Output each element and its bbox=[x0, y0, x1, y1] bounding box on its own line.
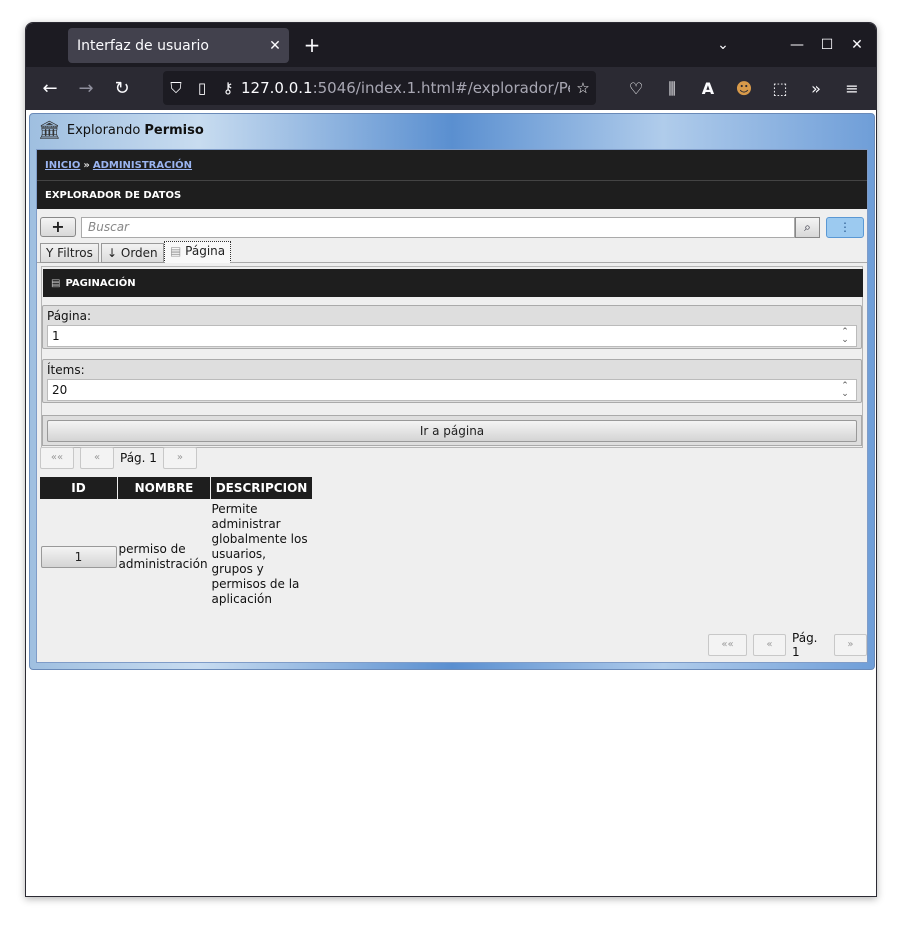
page-number-input[interactable]: 1 ⌃ ⌄ bbox=[47, 325, 857, 347]
close-icon[interactable]: ✕ bbox=[261, 38, 289, 54]
search-row: + Buscar ⌕ ⋮ bbox=[37, 209, 867, 239]
tab-bar: Interfaz de usuario ✕ + ⌄ — ☐ ✕ bbox=[26, 23, 876, 67]
first-page-button[interactable]: «« bbox=[40, 447, 74, 469]
explorer-tabs: Y Filtros ↓ Orden ▤ Página bbox=[37, 239, 867, 263]
table-row: 1 permiso de administración Permite admi… bbox=[40, 500, 313, 614]
descripcion-cell: Permite administrar globalmente los usua… bbox=[211, 502, 308, 606]
next-page-button[interactable]: » bbox=[833, 634, 867, 656]
extensions-icon[interactable]: ⬚ bbox=[766, 75, 794, 103]
minimize-icon[interactable]: — bbox=[783, 31, 811, 59]
page-field-group: Página: 1 ⌃ ⌄ bbox=[42, 305, 862, 349]
browser-tab[interactable]: Interfaz de usuario ✕ bbox=[68, 28, 289, 63]
id-cell: 1 bbox=[40, 500, 118, 614]
more-options-button[interactable]: ⋮ bbox=[826, 217, 864, 238]
items-label: Ítems: bbox=[47, 363, 85, 377]
shield-icon[interactable]: ⛉ bbox=[163, 79, 189, 97]
column-header-id[interactable]: ID bbox=[39, 476, 118, 500]
tab-pagina[interactable]: ▤ Página bbox=[164, 241, 232, 263]
chevron-down-icon[interactable]: ⌄ bbox=[709, 31, 737, 59]
new-tab-button[interactable]: + bbox=[298, 31, 326, 59]
search-icon[interactable]: ⌕ bbox=[795, 217, 820, 238]
reader-font-icon[interactable]: A bbox=[694, 75, 722, 103]
page-content: 🏛 Explorando Permiso INICIO » ADMINISTRA… bbox=[26, 110, 876, 896]
prev-page-button[interactable]: « bbox=[80, 447, 114, 469]
prev-page-button[interactable]: « bbox=[752, 634, 787, 656]
header-entity: Permiso bbox=[144, 123, 204, 138]
pagination-panel: ▤ PAGINACIÓN Página: 1 ⌃ ⌄ Ítems: 20 ⌃ ⌄… bbox=[41, 266, 863, 448]
reload-icon[interactable]: ↻ bbox=[108, 75, 136, 103]
maximize-icon[interactable]: ☐ bbox=[813, 31, 841, 59]
library-icon[interactable]: ⫼ bbox=[658, 75, 686, 103]
breadcrumb-home-link[interactable]: INICIO bbox=[45, 160, 80, 171]
add-button[interactable]: + bbox=[40, 217, 76, 237]
breadcrumb: INICIO » ADMINISTRACIÓN bbox=[37, 150, 867, 180]
spinner-icon[interactable]: ⌃ ⌄ bbox=[838, 328, 852, 345]
breadcrumb-admin-link[interactable]: ADMINISTRACIÓN bbox=[93, 160, 192, 171]
pager-top: «« « Pág. 1 » bbox=[40, 447, 197, 469]
row-id-button[interactable]: 1 bbox=[40, 545, 117, 568]
app-header: 🏛 Explorando Permiso bbox=[30, 114, 874, 147]
tab-orden[interactable]: ↓ Orden bbox=[101, 243, 164, 263]
page-label: Página: bbox=[47, 309, 92, 323]
goto-group: Ir a página bbox=[42, 415, 862, 446]
pager-bottom: «« « Pág. 1 » bbox=[708, 631, 867, 659]
search-input[interactable]: Buscar bbox=[81, 217, 795, 238]
bank-icon: 🏛 bbox=[38, 120, 61, 141]
first-page-button[interactable]: «« bbox=[708, 634, 747, 656]
goto-page-button[interactable]: Ir a página bbox=[47, 420, 857, 442]
items-field-group: Ítems: 20 ⌃ ⌄ bbox=[42, 359, 862, 403]
pagination-header: ▤ PAGINACIÓN bbox=[43, 269, 863, 297]
extension-face-icon[interactable]: ☻ bbox=[730, 75, 758, 103]
tab-title: Interfaz de usuario bbox=[77, 37, 209, 54]
breadcrumb-separator: » bbox=[83, 159, 90, 171]
section-title: EXPLORADOR DE DATOS bbox=[37, 180, 867, 209]
document-icon: ▤ bbox=[170, 244, 182, 258]
pocket-icon[interactable]: ♡ bbox=[622, 75, 650, 103]
header-prefix: Explorando bbox=[66, 123, 141, 138]
nav-bar: ← → ↻ ⛉ ▯ ⚷ 127.0.0.1:5046/index.1.html#… bbox=[26, 67, 876, 110]
app-window: 🏛 Explorando Permiso INICIO » ADMINISTRA… bbox=[29, 113, 875, 670]
key-icon[interactable]: ⚷ bbox=[215, 79, 241, 97]
page-icon[interactable]: ▯ bbox=[189, 79, 215, 97]
browser-window: Interfaz de usuario ✕ + ⌄ — ☐ ✕ ← → ↻ ⛉ … bbox=[25, 22, 877, 897]
document-icon: ▤ bbox=[51, 277, 61, 289]
filter-icon: Y bbox=[46, 246, 54, 260]
menu-icon[interactable]: ≡ bbox=[838, 75, 866, 103]
window-close-icon[interactable]: ✕ bbox=[843, 31, 871, 59]
back-icon[interactable]: ← bbox=[36, 75, 64, 103]
data-table: ID NOMBRE DESCRIPCION 1 permiso de admin… bbox=[39, 476, 313, 613]
sort-arrow-icon: ↓ bbox=[107, 246, 118, 260]
forward-icon[interactable]: → bbox=[72, 75, 100, 103]
overflow-chevrons-icon[interactable]: » bbox=[802, 75, 830, 103]
column-header-descripcion[interactable]: DESCRIPCION bbox=[210, 476, 313, 500]
column-header-nombre[interactable]: NOMBRE bbox=[117, 476, 211, 500]
page-indicator: Pág. 1 bbox=[792, 631, 818, 659]
next-page-button[interactable]: » bbox=[162, 447, 197, 469]
page-indicator: Pág. 1 bbox=[120, 451, 157, 465]
nombre-cell: permiso de administración bbox=[118, 541, 208, 571]
spinner-icon[interactable]: ⌃ ⌄ bbox=[838, 382, 852, 399]
url-bar[interactable]: ⛉ ▯ ⚷ 127.0.0.1:5046/index.1.html#/explo… bbox=[163, 71, 596, 105]
url-text[interactable]: 127.0.0.1:5046/index.1.html#/explorador/… bbox=[241, 79, 570, 97]
bookmark-star-icon[interactable]: ☆ bbox=[570, 79, 596, 97]
tab-filtros[interactable]: Y Filtros bbox=[40, 243, 99, 263]
items-per-page-input[interactable]: 20 ⌃ ⌄ bbox=[47, 379, 857, 401]
app-body: INICIO » ADMINISTRACIÓN EXPLORADOR DE DA… bbox=[36, 149, 868, 663]
